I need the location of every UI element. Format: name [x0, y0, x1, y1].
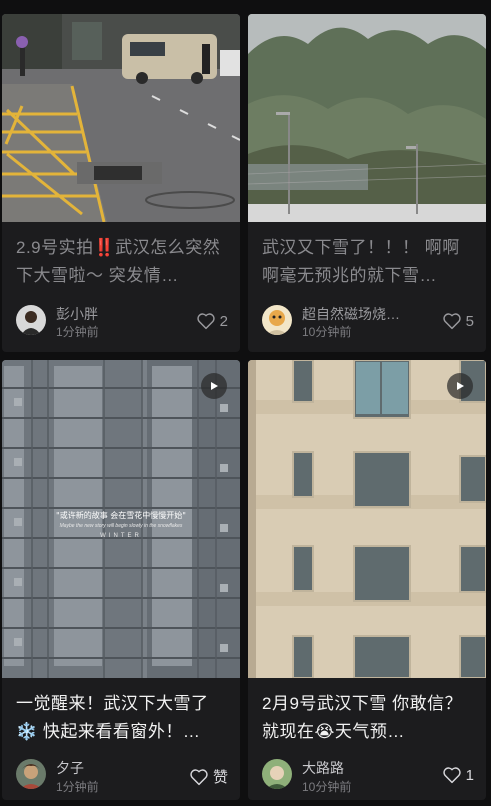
- card-1-like-count: 2: [219, 312, 228, 330]
- heart-icon: [442, 313, 461, 330]
- card-3-like-button[interactable]: 赞: [189, 766, 228, 787]
- card-3-overlay-title: "或许新的故事 会在雪花中慢慢开始": [56, 511, 186, 520]
- play-icon: [457, 382, 464, 390]
- feed-card-3[interactable]: "或许新的故事 会在雪花中慢慢开始" Maybe the new story w…: [2, 360, 240, 800]
- card-1-avatar[interactable]: [16, 305, 46, 335]
- card-3-overlay-word: WINTER: [100, 533, 142, 539]
- card-3-image[interactable]: "或许新的故事 会在雪花中慢慢开始" Maybe the new story w…: [2, 360, 240, 678]
- video-play-indicator: [447, 373, 473, 399]
- card-4-image[interactable]: [248, 360, 486, 678]
- feed-card-4[interactable]: 2月9号武汉下雪 你敢信？ 就现在😭天气预… 大路路 10分钟前 1: [248, 360, 486, 800]
- heart-icon: [190, 768, 208, 785]
- feed-card-1[interactable]: 2.9号实拍‼️武汉怎么突然下大雪啦～ 突发情… 彭小胖 1分钟前 2: [2, 14, 240, 352]
- card-1-time: 1分钟前: [56, 325, 99, 339]
- heart-icon: [442, 767, 461, 784]
- card-2-avatar[interactable]: [262, 305, 292, 335]
- card-1-image[interactable]: [2, 14, 240, 222]
- card-2-title[interactable]: 武汉又下雪了！！！ 啊啊啊毫无预兆的就下雪…: [262, 234, 476, 290]
- feed-card-2[interactable]: 武汉又下雪了！！！ 啊啊啊毫无预兆的就下雪… 超自然磁场烧… 10分钟前 5: [248, 14, 486, 352]
- card-4-like-button[interactable]: 1: [442, 766, 474, 784]
- video-play-indicator: [201, 373, 227, 399]
- card-2-image[interactable]: [248, 14, 486, 222]
- card-2-like-button[interactable]: 5: [442, 312, 474, 330]
- card-2-author[interactable]: 超自然磁场烧…: [302, 304, 400, 324]
- card-3-author[interactable]: 夕子: [56, 758, 84, 778]
- card-4-time: 10分钟前: [302, 780, 352, 794]
- card-2-time: 10分钟前: [302, 325, 352, 339]
- card-1-like-button[interactable]: 2: [196, 312, 228, 330]
- card-4-title[interactable]: 2月9号武汉下雪 你敢信？ 就现在😭天气预…: [262, 690, 476, 746]
- card-4-like-count: 1: [465, 766, 474, 784]
- card-1-title[interactable]: 2.9号实拍‼️武汉怎么突然下大雪啦～ 突发情…: [16, 234, 230, 290]
- card-3-like-count: 赞: [212, 769, 228, 786]
- card-3-overlay-subtitle: Maybe the new story will begin slowly in…: [59, 523, 183, 529]
- card-4-avatar[interactable]: [262, 759, 292, 789]
- card-3-title[interactable]: 一觉醒来！武汉下大雪了❄️ 快起来看看窗外！…: [16, 690, 230, 746]
- card-3-avatar[interactable]: [16, 759, 46, 789]
- card-4-author[interactable]: 大路路: [302, 758, 344, 778]
- card-1-author[interactable]: 彭小胖: [56, 304, 98, 324]
- play-icon: [211, 382, 218, 390]
- card-3-time: 1分钟前: [56, 780, 99, 794]
- card-2-like-count: 5: [465, 312, 474, 330]
- heart-icon: [196, 313, 215, 330]
